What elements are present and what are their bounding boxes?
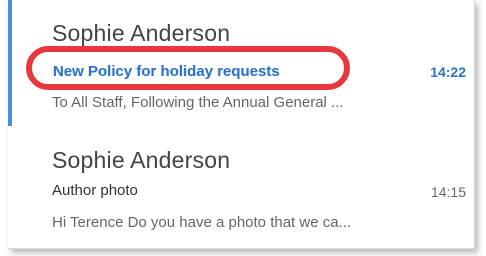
mail-list: Sophie Anderson New Policy for holiday r…	[8, 0, 475, 249]
mail-item-selected[interactable]: Sophie Anderson New Policy for holiday r…	[8, 0, 474, 126]
mail-preview: Hi Terence Do you have a photo that we c…	[52, 214, 352, 231]
mail-sender: Sophie Anderson	[52, 147, 231, 173]
selection-indicator	[8, 0, 12, 126]
mail-time: 14:22	[430, 64, 466, 80]
mail-time: 14:15	[430, 184, 466, 200]
mail-item[interactable]: Sophie Anderson Author photo 14:15 Hi Te…	[8, 126, 474, 248]
mail-preview: To All Staff, Following the Annual Gener…	[52, 94, 344, 111]
mail-subject: New Policy for holiday requests	[52, 63, 279, 80]
mail-subject: Author photo	[52, 182, 138, 199]
mail-sender: Sophie Anderson	[52, 20, 231, 46]
